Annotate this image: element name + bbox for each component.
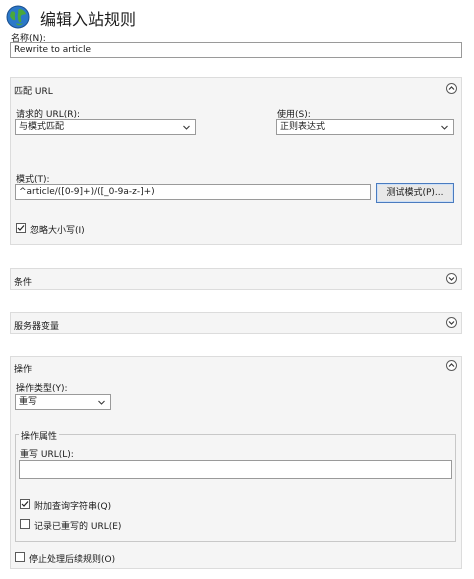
server-variables-section[interactable]: [10, 312, 462, 334]
action-heading: 操作: [14, 365, 33, 375]
action-type-select[interactable]: 重写: [15, 394, 111, 410]
using-value: 正则表达式: [280, 122, 326, 132]
pattern-input[interactable]: ^article/([0-9]+)/([_0-9a-z-]+): [15, 184, 371, 200]
ignore-case-checkbox[interactable]: [16, 223, 26, 233]
page-title: 编辑入站规则: [40, 10, 137, 29]
requested-url-value: 与模式匹配: [19, 122, 65, 132]
name-input[interactable]: Rewrite to article: [10, 42, 462, 58]
chevron-down-icon: [440, 123, 449, 132]
append-query-label: 附加查询字符串(Q): [34, 502, 112, 512]
using-select[interactable]: 正则表达式: [276, 119, 454, 135]
match-url-section: [10, 77, 462, 245]
server-variables-heading: 服务器变量: [14, 322, 60, 332]
stop-processing-label: 停止处理后续规则(O): [29, 555, 116, 565]
test-pattern-button[interactable]: 测试模式(P)...: [376, 183, 454, 203]
conditions-section[interactable]: [10, 268, 462, 290]
globe-icon: [6, 5, 30, 29]
append-query-checkbox[interactable]: [20, 499, 30, 509]
rewrite-url-label: 重写 URL(L):: [20, 450, 74, 460]
expand-conditions-icon[interactable]: [446, 273, 457, 284]
log-rewritten-checkbox[interactable]: [20, 519, 30, 529]
ignore-case-label: 忽略大小写(I): [30, 226, 85, 236]
conditions-heading: 条件: [14, 278, 33, 288]
collapse-action-icon[interactable]: [446, 360, 457, 371]
stop-processing-checkbox[interactable]: [15, 552, 25, 562]
expand-server-variables-icon[interactable]: [446, 317, 457, 328]
rewrite-url-input[interactable]: [19, 460, 452, 479]
collapse-match-url-icon[interactable]: [446, 83, 457, 94]
action-properties-heading: 操作属性: [19, 429, 60, 442]
requested-url-select[interactable]: 与模式匹配: [15, 119, 196, 135]
chevron-down-icon: [182, 123, 191, 132]
chevron-down-icon: [97, 398, 106, 407]
action-type-value: 重写: [19, 397, 38, 407]
match-url-heading: 匹配 URL: [14, 87, 53, 97]
action-type-label: 操作类型(Y):: [16, 384, 68, 394]
log-rewritten-label: 记录已重写的 URL(E): [34, 522, 122, 532]
